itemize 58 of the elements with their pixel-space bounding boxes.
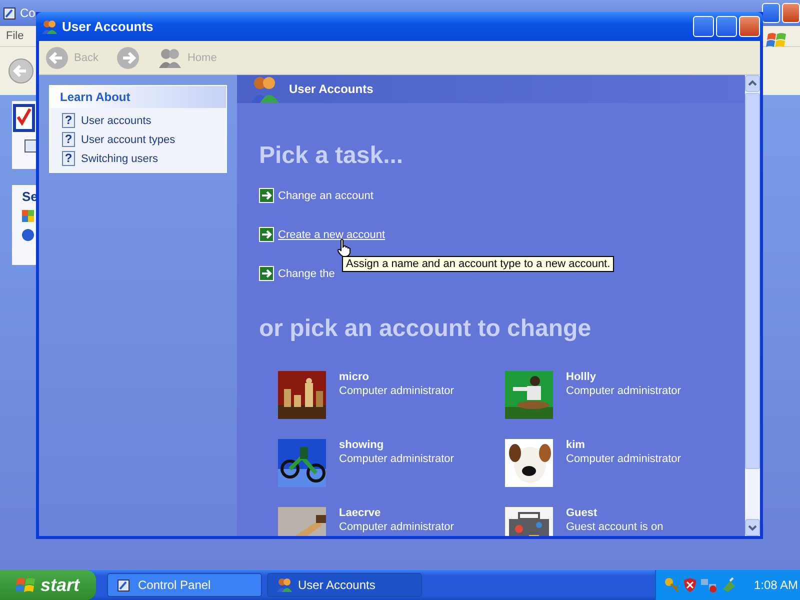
task-link[interactable]: Change an account (278, 190, 374, 202)
account-type: Computer administrator (339, 385, 454, 398)
taskbar-button[interactable]: User Accounts (267, 573, 422, 597)
close-button[interactable] (739, 16, 760, 37)
tooltip: Assign a name and an account type to a new account. (342, 256, 614, 272)
help-icon: ? (62, 132, 75, 147)
menu-item[interactable]: File (6, 30, 24, 42)
restore-button[interactable] (762, 3, 780, 23)
hardware-icon[interactable] (721, 577, 737, 593)
account-name[interactable]: micro (339, 371, 454, 384)
arrow-icon (259, 188, 274, 203)
help-link[interactable]: User account types (81, 134, 176, 146)
windows-flag-icon (16, 576, 36, 594)
window-title: User Accounts (62, 19, 154, 34)
panel-title: Learn About (50, 86, 226, 108)
account-type: Computer administrator (566, 385, 681, 398)
account-name[interactable]: Hollly (566, 371, 681, 384)
task-link[interactable]: Create a new account (278, 228, 386, 240)
account-type: Computer administrator (566, 453, 681, 466)
account-name[interactable]: Laecrve (339, 507, 454, 520)
clock: 1:08 AM (754, 578, 798, 592)
taskbar-button[interactable]: Control Panel (107, 573, 262, 597)
help-icon: ? (62, 113, 75, 128)
close-button[interactable] (782, 3, 800, 23)
window-title: Co (20, 6, 36, 20)
account-name[interactable]: kim (566, 439, 681, 452)
account-type: Guest account is on (566, 521, 664, 534)
scrollbar[interactable] (745, 75, 760, 536)
users-icon (158, 48, 182, 68)
users-icon (276, 577, 292, 593)
users-icon (41, 18, 57, 34)
account-type: Computer administrator (339, 453, 454, 466)
scroll-down-button[interactable] (745, 519, 760, 536)
users-icon (249, 75, 281, 103)
account-name[interactable]: Guest (566, 507, 664, 520)
account-type: Computer administrator (339, 521, 454, 534)
section-heading: Pick a task... (259, 141, 404, 171)
start-button[interactable]: start (0, 570, 96, 600)
hand-cursor-icon (337, 239, 351, 257)
shield-icon[interactable] (683, 577, 697, 593)
account-name[interactable]: showing (339, 439, 454, 452)
scroll-thumb[interactable] (745, 93, 760, 469)
minimize-button[interactable] (693, 16, 714, 37)
arrow-icon (259, 266, 274, 281)
scroll-up-button[interactable] (745, 75, 760, 92)
header-title: User Accounts (289, 82, 374, 96)
arrow-icon (259, 227, 274, 242)
control-panel-icon (24, 139, 38, 153)
control-panel-icon (116, 577, 132, 593)
windows-flag-icon (766, 30, 788, 50)
windows-flag-icon (22, 210, 34, 222)
section-heading: or pick an account to change (259, 314, 592, 344)
task-link[interactable]: Change the (278, 268, 335, 280)
help-icon: ? (62, 151, 75, 166)
maximize-button[interactable] (716, 16, 737, 37)
control-panel-icon (2, 5, 18, 21)
help-link[interactable]: Switching users (81, 152, 158, 164)
help-link[interactable]: User accounts (81, 114, 152, 126)
